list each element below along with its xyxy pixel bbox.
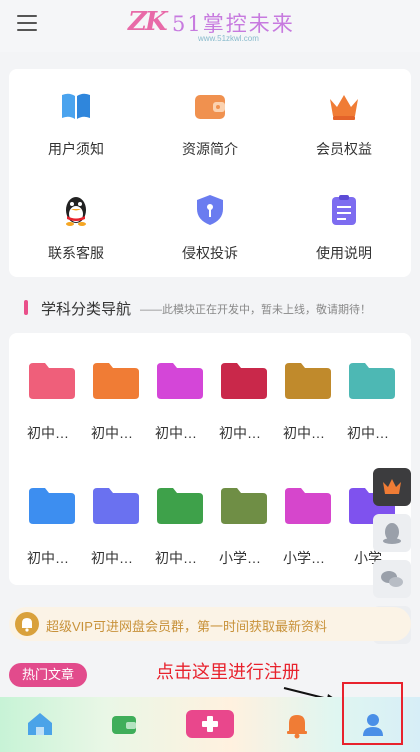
folder-icon (221, 488, 267, 524)
feature-user-notice[interactable]: 用户须知 (9, 69, 143, 157)
wallet-icon (195, 95, 225, 119)
section-accent-bar (24, 300, 28, 315)
feature-resource-intro[interactable]: 资源简介 (143, 69, 277, 157)
feature-label: 侵权投诉 (182, 245, 238, 261)
folder-item[interactable]: 初中… (338, 361, 398, 461)
bell-icon (287, 715, 307, 739)
folder-label: 初中… (283, 425, 325, 441)
folder-item[interactable]: 初中… (82, 361, 142, 461)
folder-item[interactable]: 初中… (82, 486, 142, 586)
clipboard-icon (332, 195, 356, 225)
wechat-icon (381, 571, 403, 587)
folder-label: 初中… (27, 425, 69, 441)
tab-home[interactable] (22, 707, 58, 741)
plus-icon (186, 710, 234, 738)
folder-item[interactable]: 小学… (274, 486, 334, 586)
hot-articles-tag[interactable]: 热门文章 (9, 663, 87, 687)
folder-label: 初中… (219, 425, 261, 441)
feature-contact-service[interactable]: 联系客服 (9, 173, 143, 261)
notice-text: 超级VIP可进网盘会员群，第一时间获取最新资料 (46, 619, 327, 634)
crown-icon (330, 95, 358, 120)
folder-icon (29, 363, 75, 399)
feature-member-benefits[interactable]: 会员权益 (277, 69, 411, 157)
folder-label: 小学… (219, 550, 261, 566)
qq-float-button[interactable] (373, 514, 411, 552)
logo-mark: ZK (128, 7, 168, 37)
section-title: 学科分类导航 (41, 301, 132, 318)
qq-icon (383, 523, 401, 544)
folder-label: 初中… (91, 550, 133, 566)
wallet-icon (112, 716, 136, 734)
subject-folder-grid: 初中… 初中… 初中… 初中… 初中… 初中… 初中… 初中… 初中… 小学… … (9, 333, 411, 585)
tab-notifications[interactable] (279, 707, 315, 741)
register-highlight-box (342, 682, 403, 745)
vip-float-button[interactable] (373, 468, 411, 506)
register-hint: 点击这里进行注册 (156, 662, 300, 682)
notice-bar[interactable]: 超级VIP可进网盘会员群，第一时间获取最新资料 (9, 607, 411, 641)
folder-icon (93, 488, 139, 524)
folder-label: 初中… (347, 425, 389, 441)
folder-icon (221, 363, 267, 399)
folder-icon (93, 363, 139, 399)
folder-icon (29, 488, 75, 524)
feature-label: 使用说明 (316, 245, 372, 261)
tab-wallet[interactable] (106, 707, 142, 741)
folder-icon (157, 488, 203, 524)
folder-label: 初中… (27, 550, 69, 566)
folder-label: 初中… (91, 425, 133, 441)
feature-infringement-complaint[interactable]: 侵权投诉 (143, 173, 277, 261)
folder-icon (285, 363, 331, 399)
folder-item[interactable]: 初中… (210, 361, 270, 461)
folder-label: 小学… (283, 550, 325, 566)
feature-label: 联系客服 (48, 245, 104, 261)
folder-label: 初中… (155, 550, 197, 566)
feature-label: 用户须知 (48, 141, 104, 157)
folder-icon (349, 363, 395, 399)
menu-icon[interactable] (17, 15, 37, 33)
feature-grid: 用户须知 资源简介 会员权益 联系客服 侵权投诉 使用说明 (9, 69, 411, 277)
tab-publish[interactable] (186, 707, 234, 741)
feature-label: 资源简介 (182, 141, 238, 157)
section-header: 学科分类导航 ——此模块正在开发中，暂未上线，敬请期待！ (24, 297, 414, 319)
shield-icon (197, 195, 223, 225)
logo[interactable]: ZK 51掌控未来 www.51zkwl.com (128, 5, 298, 45)
header: ZK 51掌控未来 www.51zkwl.com (0, 0, 420, 52)
logo-url: www.51zkwl.com (198, 34, 259, 43)
wechat-float-button[interactable] (373, 560, 411, 598)
folder-item[interactable]: 初中… (18, 361, 78, 461)
folder-icon (157, 363, 203, 399)
feature-usage-guide[interactable]: 使用说明 (277, 173, 411, 261)
qq-penguin-icon (66, 197, 86, 226)
folder-item[interactable]: 小学… (210, 486, 270, 586)
bell-icon (15, 612, 39, 636)
crown-icon (383, 479, 401, 494)
folder-item[interactable]: 初中… (146, 361, 206, 461)
folder-item[interactable]: 初中… (146, 486, 206, 586)
section-subtitle: ——此模块正在开发中，暂未上线，敬请期待！ (140, 304, 371, 316)
book-icon (62, 93, 90, 119)
home-icon (28, 713, 52, 735)
folder-label: 初中… (155, 425, 197, 441)
folder-item[interactable]: 初中… (274, 361, 334, 461)
feature-label: 会员权益 (316, 141, 372, 157)
folder-item[interactable]: 初中… (18, 486, 78, 586)
folder-icon (285, 488, 331, 524)
